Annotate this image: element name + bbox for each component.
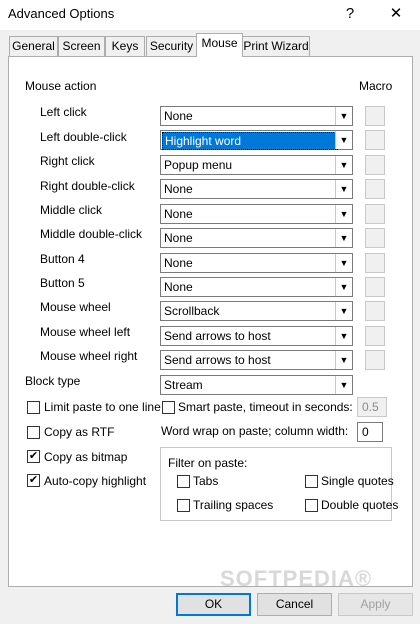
mouse-action-header: Mouse action [25, 79, 97, 93]
chevron-down-icon: ▼ [335, 131, 352, 149]
copy-rtf-checkbox[interactable] [27, 426, 40, 439]
word-wrap-width-input[interactable]: 0 [357, 422, 383, 442]
mouse-wheel-left-select[interactable]: Send arrows to host ▼ [160, 326, 353, 346]
left-click-select[interactable]: None ▼ [160, 106, 353, 126]
limit-paste-label: Limit paste to one line [44, 400, 161, 414]
select-value: None [164, 280, 193, 294]
window-title: Advanced Options [8, 6, 115, 21]
checkmark-icon: ✔ [28, 450, 39, 462]
right-click-select[interactable]: Popup menu ▼ [160, 155, 353, 175]
cancel-button[interactable]: Cancel [257, 593, 332, 616]
macro-field-mouse-wheel[interactable] [365, 301, 385, 321]
row-label-button-5: Button 5 [40, 276, 85, 290]
filter-trailing-spaces-checkbox[interactable] [177, 499, 190, 512]
apply-button[interactable]: Apply [338, 593, 413, 616]
tab-keys[interactable]: Keys [105, 36, 145, 56]
tab-security[interactable]: Security [146, 36, 197, 56]
macro-field-right-double-click[interactable] [365, 179, 385, 199]
macro-field-left-click[interactable] [365, 106, 385, 126]
left-double-click-select[interactable]: Highlight word ▼ [160, 130, 353, 150]
middle-click-select[interactable]: None ▼ [160, 204, 353, 224]
macro-field-mouse-wheel-right[interactable] [365, 350, 385, 370]
copy-bitmap-label: Copy as bitmap [44, 450, 128, 464]
macro-field-mouse-wheel-left[interactable] [365, 326, 385, 346]
copy-bitmap-checkbox[interactable]: ✔ [27, 450, 40, 463]
filter-double-quotes-label: Double quotes [321, 498, 399, 512]
chevron-down-icon: ▼ [335, 327, 352, 345]
filter-tabs-label: Tabs [193, 474, 219, 488]
help-button[interactable]: ? [330, 2, 370, 26]
select-value: None [164, 109, 193, 123]
ok-button[interactable]: OK [176, 593, 251, 616]
macro-header: Macro [359, 79, 393, 93]
row-label-mouse-wheel-left: Mouse wheel left [40, 325, 131, 339]
chevron-down-icon: ▼ [335, 302, 352, 320]
mouse-wheel-right-select[interactable]: Send arrows to host ▼ [160, 350, 353, 370]
macro-field-button-4[interactable] [365, 253, 385, 273]
copy-rtf-label: Copy as RTF [44, 425, 115, 439]
chevron-down-icon: ▼ [335, 107, 352, 125]
select-value: None [164, 231, 193, 245]
select-value: None [164, 182, 193, 196]
chevron-down-icon: ▼ [335, 205, 352, 223]
chevron-down-icon: ▼ [335, 156, 352, 174]
row-label-right-click: Right click [40, 154, 95, 168]
word-wrap-label: Word wrap on paste; column width: [161, 424, 349, 438]
auto-copy-label: Auto-copy highlight [44, 474, 147, 488]
chevron-down-icon: ▼ [335, 278, 352, 296]
filter-label: Filter on paste: [168, 456, 248, 470]
mouse-wheel-select[interactable]: Scrollback ▼ [160, 301, 353, 321]
button-5-select[interactable]: None ▼ [160, 277, 353, 297]
select-value: Send arrows to host [164, 329, 271, 343]
chevron-down-icon: ▼ [335, 254, 352, 272]
row-label-mouse-wheel: Mouse wheel [40, 300, 111, 314]
middle-double-click-select[interactable]: None ▼ [160, 228, 353, 248]
select-value: Stream [164, 378, 203, 392]
button-4-select[interactable]: None ▼ [160, 253, 353, 273]
checkmark-icon: ✔ [28, 474, 39, 486]
smart-paste-checkbox[interactable] [162, 401, 175, 414]
chevron-down-icon: ▼ [335, 376, 352, 394]
chevron-down-icon: ▼ [335, 229, 352, 247]
select-value: None [164, 207, 193, 221]
macro-field-button-5[interactable] [365, 277, 385, 297]
tab-mouse[interactable]: Mouse [196, 33, 243, 57]
tab-screen[interactable]: Screen [58, 36, 105, 56]
block-type-label: Block type [25, 374, 81, 388]
tab-print-wizard[interactable]: Print Wizard [242, 36, 310, 56]
smart-paste-timeout-input[interactable]: 0.5 [357, 397, 387, 417]
filter-single-quotes-checkbox[interactable] [305, 475, 318, 488]
filter-double-quotes-checkbox[interactable] [305, 499, 318, 512]
watermark: SOFTPEDIA® [220, 566, 373, 591]
tab-strip: General Screen Keys Security Mouse Print… [0, 33, 420, 57]
auto-copy-checkbox[interactable]: ✔ [27, 474, 40, 487]
filter-trailing-spaces-label: Trailing spaces [193, 498, 274, 512]
close-button[interactable]: ✕ [376, 2, 416, 26]
macro-field-middle-click[interactable] [365, 204, 385, 224]
row-label-left-double-click: Left double-click [40, 130, 127, 144]
chevron-down-icon: ▼ [335, 180, 352, 198]
row-label-right-double-click: Right double-click [40, 179, 135, 193]
right-double-click-select[interactable]: None ▼ [160, 179, 353, 199]
row-label-middle-double-click: Middle double-click [40, 227, 143, 241]
filter-single-quotes-label: Single quotes [321, 474, 394, 488]
select-value: None [164, 256, 193, 270]
filter-tabs-checkbox[interactable] [177, 475, 190, 488]
select-value: Send arrows to host [164, 353, 271, 367]
macro-field-middle-double-click[interactable] [365, 228, 385, 248]
block-type-select[interactable]: Stream ▼ [160, 375, 353, 395]
row-label-button-4: Button 4 [40, 252, 85, 266]
limit-paste-checkbox[interactable] [27, 401, 40, 414]
select-value: Highlight word [162, 132, 338, 150]
smart-paste-label: Smart paste, timeout in seconds: [178, 400, 353, 414]
macro-field-left-double-click[interactable] [365, 130, 385, 150]
macro-field-right-click[interactable] [365, 155, 385, 175]
row-label-middle-click: Middle click [40, 203, 103, 217]
select-value: Popup menu [164, 158, 233, 172]
tab-general[interactable]: General [9, 36, 58, 56]
chevron-down-icon: ▼ [335, 351, 352, 369]
select-value: Scrollback [164, 304, 220, 318]
row-label-left-click: Left click [40, 105, 87, 119]
row-label-mouse-wheel-right: Mouse wheel right [40, 349, 138, 363]
